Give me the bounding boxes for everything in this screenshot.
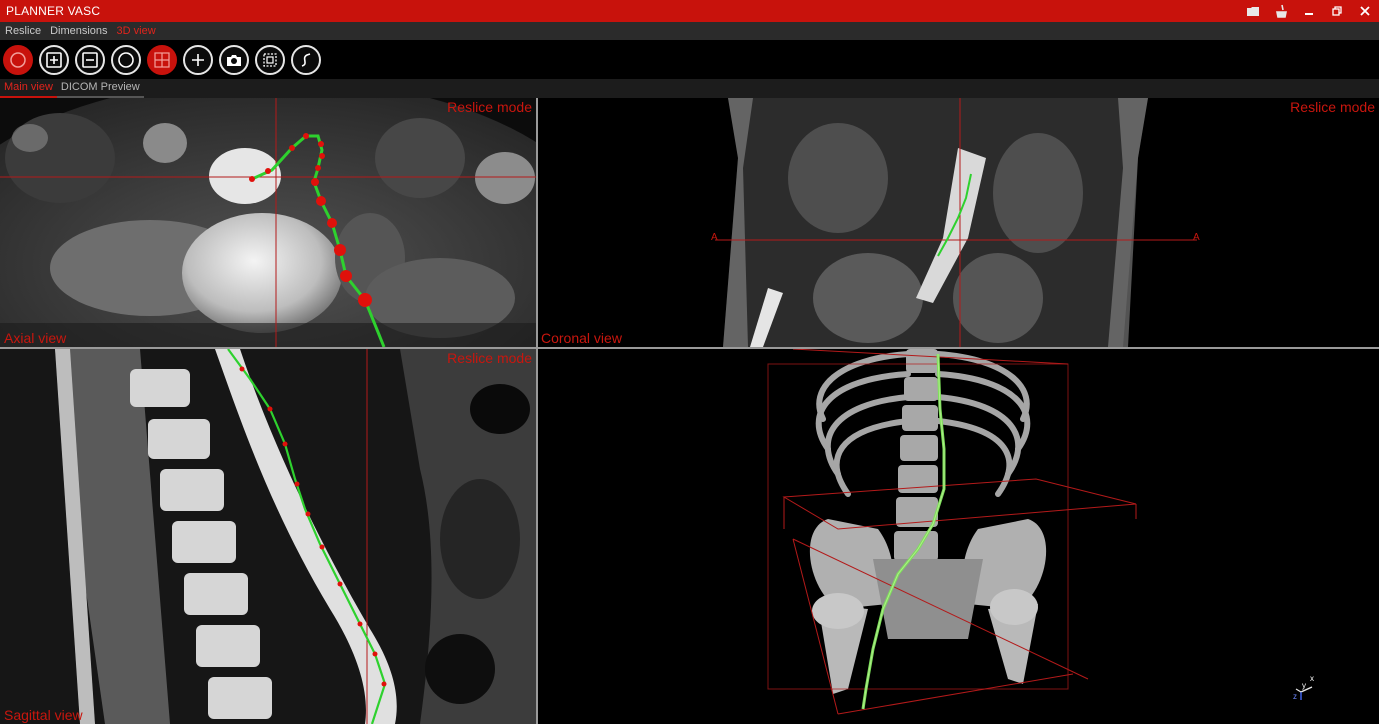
axial-view-pane[interactable]: Reslice mode Axial view [0,98,536,347]
minimize-icon[interactable] [1295,0,1323,22]
axes-label-x: x [1310,674,1314,683]
grid-icon [154,51,170,68]
sagittal-view-pane[interactable]: Reslice mode Sagittal view [0,349,536,724]
circle-outline-icon [118,51,134,68]
horizontal-splitter[interactable] [0,347,1379,349]
minus-square-icon [82,51,98,68]
circle-select-tool-button[interactable] [3,44,33,75]
coronal-ct-slice [538,98,1379,347]
view-tabs: Main view DICOM Preview [0,79,1379,98]
viewport-grid: Reslice mode Axial view A A Reslice mode… [0,98,1379,724]
centerline-curve-button[interactable] [291,44,321,75]
folder-icon[interactable] [1239,0,1267,22]
axial-ct-slice [0,98,536,347]
snapshot-button[interactable] [219,44,249,75]
coronal-marker-right: A [1193,232,1200,243]
restore-icon[interactable] [1323,0,1351,22]
axial-mode-label: Reslice mode [447,99,532,115]
coronal-marker-left: A [711,232,718,243]
coronal-view-pane[interactable]: A A Reslice mode Coronal view [538,98,1379,347]
menu-item-3d-view[interactable]: 3D view [113,25,160,37]
zoom-out-button[interactable] [75,44,105,75]
vertical-splitter[interactable] [536,98,538,724]
crop-box-icon [263,52,277,67]
tab-dicom-preview[interactable]: DICOM Preview [56,79,144,98]
plus-icon [192,53,204,66]
menu-item-dimensions[interactable]: Dimensions [46,25,111,37]
plus-square-icon [46,51,62,68]
coronal-view-label: Coronal view [541,330,622,346]
curve-icon [301,52,311,67]
axes-label-y: y [1302,681,1306,690]
close-icon[interactable] [1351,0,1379,22]
broom-icon[interactable] [1267,0,1295,22]
volume-3d-pane[interactable]: x y z [538,349,1379,724]
add-point-button[interactable] [183,44,213,75]
red-circle-icon [10,51,26,68]
axial-view-label: Axial view [4,330,67,346]
window-controls [1239,0,1379,22]
zoom-in-button[interactable] [39,44,69,75]
tab-main-view[interactable]: Main view [0,79,57,98]
camera-icon [227,54,241,66]
menu-item-reslice[interactable]: Reslice [1,25,45,37]
title-bar: PLANNER VASC [0,0,1379,22]
crop-box-button[interactable] [255,44,285,75]
coronal-mode-label: Reslice mode [1290,99,1375,115]
sagittal-ct-slice [0,349,536,724]
orientation-axes-widget: x y z [1293,674,1317,702]
app-title: PLANNER VASC [6,4,101,18]
sagittal-mode-label: Reslice mode [447,350,532,366]
menu-bar: Reslice Dimensions 3D view [0,22,1379,40]
axes-label-z: z [1293,692,1297,701]
sagittal-view-label: Sagittal view [4,707,83,723]
toolbar [0,40,1379,79]
layout-grid-button[interactable] [147,44,177,75]
ellipse-roi-button[interactable] [111,44,141,75]
volume-rendering [538,349,1379,724]
